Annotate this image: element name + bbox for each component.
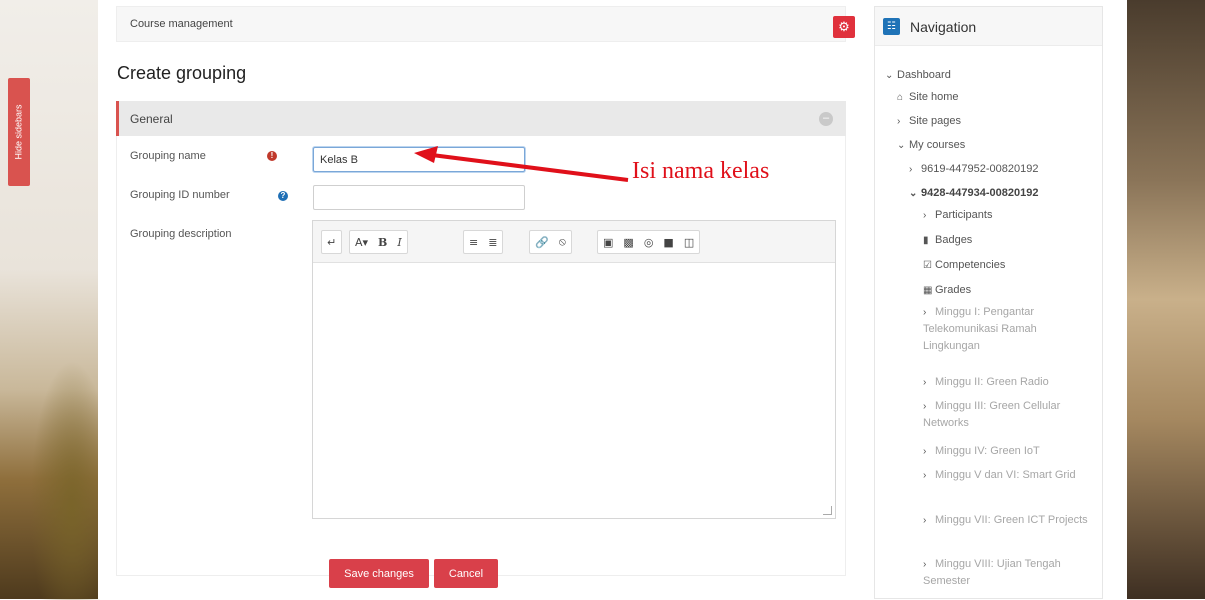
nav-competencies[interactable]: ☑ Competencies <box>923 259 1005 271</box>
shield-icon: ▮ <box>923 235 929 246</box>
nav-week-2-label: Minggu II: Green Radio <box>935 376 1049 388</box>
nav-site-home[interactable]: ⌂ Site home <box>897 91 959 103</box>
nav-site-pages-label: Site pages <box>909 115 961 127</box>
chevron-right-icon: › <box>897 116 901 127</box>
navigation-header: ☷ Navigation <box>875 7 1102 46</box>
chevron-right-icon: › <box>923 446 927 457</box>
nav-dashboard[interactable]: ⌄ Dashboard <box>885 69 951 81</box>
chevron-right-icon: › <box>909 164 913 175</box>
nav-week-6[interactable]: › Minggu VII: Green ICT Projects <box>923 512 1093 529</box>
navigation-title: Navigation <box>910 19 977 35</box>
nav-week-3-label: Minggu III: Green Cellular Networks <box>923 400 1061 429</box>
nav-week-5[interactable]: › Minggu V dan VI: Smart Grid <box>923 467 1093 484</box>
nav-week-1[interactable]: › Minggu I: Pengantar Telekomunikasi Rama… <box>923 304 1093 355</box>
chevron-right-icon: › <box>923 401 927 412</box>
navigation-block: ☷ Navigation ⌄ Dashboard ⌂ Site home › Site… <box>874 6 1103 599</box>
chevron-down-icon: ⌄ <box>909 188 918 199</box>
nav-badges[interactable]: ▮ Badges <box>923 234 972 246</box>
nav-my-courses[interactable]: ⌄ My courses <box>897 139 965 151</box>
nav-site-home-label: Site home <box>909 91 959 103</box>
home-icon: ⌂ <box>897 92 904 103</box>
nav-site-pages[interactable]: › Site pages <box>897 115 961 127</box>
nav-week-2[interactable]: › Minggu II: Green Radio <box>923 374 1093 391</box>
nav-week-4[interactable]: › Minggu IV: Green IoT <box>923 443 1093 460</box>
nav-week-6-label: Minggu VII: Green ICT Projects <box>935 514 1088 526</box>
nav-course-2[interactable]: ⌄ 9428-447934-00820192 <box>909 187 1038 199</box>
table-icon: ▦ <box>923 285 933 296</box>
nav-participants-label: Participants <box>935 209 993 221</box>
checkbox-icon: ☑ <box>923 260 932 271</box>
nav-participants[interactable]: › Participants <box>923 209 992 221</box>
nav-week-7-label: Minggu VIII: Ujian Tengah Semester <box>923 558 1061 587</box>
chevron-right-icon: › <box>923 377 927 388</box>
sitemap-icon: ☷ <box>883 18 900 35</box>
nav-competencies-label: Competencies <box>935 259 1006 271</box>
chevron-right-icon: › <box>923 559 927 570</box>
nav-week-5-label: Minggu V dan VI: Smart Grid <box>935 469 1076 481</box>
nav-course-2-label: 9428-447934-00820192 <box>921 187 1039 199</box>
nav-course-1-label: 9619-447952-00820192 <box>921 163 1039 175</box>
nav-my-courses-label: My courses <box>909 139 966 151</box>
nav-grades-label: Grades <box>935 284 972 296</box>
chevron-down-icon: ⌄ <box>885 70 894 81</box>
nav-grades[interactable]: ▦ Grades <box>923 284 971 296</box>
nav-week-3[interactable]: › Minggu III: Green Cellular Networks <box>923 398 1093 432</box>
chevron-right-icon: › <box>923 515 927 526</box>
annotation-text: Isi nama kelas <box>632 158 770 184</box>
chevron-right-icon: › <box>923 470 927 481</box>
chevron-right-icon: › <box>923 307 927 318</box>
chevron-down-icon: ⌄ <box>897 140 906 151</box>
nav-dashboard-label: Dashboard <box>897 69 951 81</box>
nav-course-1[interactable]: › 9619-447952-00820192 <box>909 163 1038 175</box>
nav-week-4-label: Minggu IV: Green IoT <box>935 445 1040 457</box>
nav-week-7[interactable]: › Minggu VIII: Ujian Tengah Semester <box>923 556 1093 590</box>
nav-badges-label: Badges <box>935 234 973 246</box>
nav-week-1-label: Minggu I: Pengantar Telekomunikasi Ramah… <box>923 306 1037 352</box>
chevron-right-icon: › <box>923 210 927 221</box>
